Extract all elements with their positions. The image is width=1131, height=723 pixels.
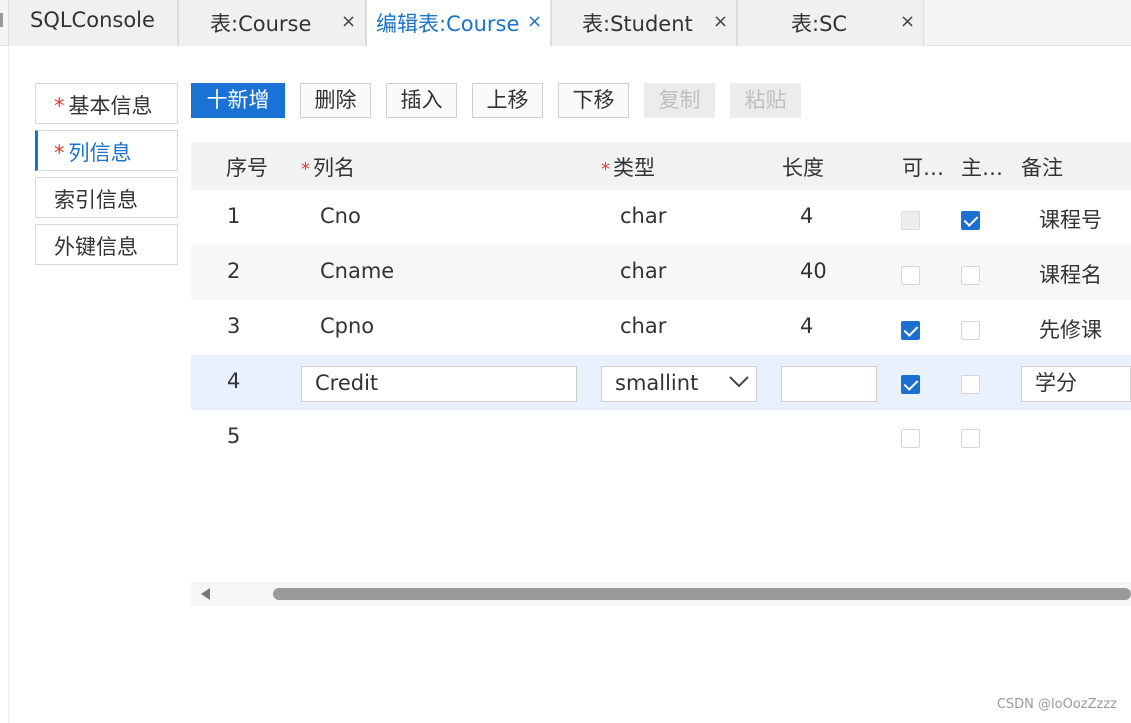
tab-label: 编辑表:Course [376, 12, 520, 36]
row-type[interactable]: char [620, 204, 666, 228]
primary-key-checkbox[interactable] [961, 321, 980, 340]
row-column-name[interactable]: Cno [320, 204, 361, 228]
row-length[interactable]: 4 [800, 204, 813, 228]
header-type: * 类型 [601, 152, 655, 182]
table-row[interactable]: 5 [191, 410, 1131, 465]
close-icon[interactable]: × [341, 11, 356, 32]
row-seq: 4 [227, 369, 241, 393]
primary-key-checkbox[interactable] [961, 429, 980, 448]
row-length[interactable]: 4 [800, 314, 813, 338]
nav-label: 基本信息 [68, 94, 153, 118]
row-comment[interactable]: 先修课 [1039, 314, 1102, 344]
required-mark: * [301, 159, 310, 180]
row-seq: 5 [227, 424, 241, 448]
tab-scroll-edge [0, 13, 3, 27]
header-nullable[interactable]: 可… [902, 152, 944, 182]
table-row[interactable]: 1 Cno char 4 课程号 [191, 190, 1131, 245]
tab-bar: SQLConsole 表:Course × 编辑表:Course × 表:Stu… [0, 0, 1131, 46]
horizontal-scrollbar[interactable] [191, 582, 1131, 606]
row-column-name[interactable]: Cpno [320, 314, 374, 338]
move-down-button[interactable]: 下移 [558, 83, 629, 118]
type-select-value: smallint [615, 371, 699, 395]
tab-label: SQLConsole [30, 8, 155, 32]
tab-table-course[interactable]: 表:Course × [178, 0, 366, 46]
tab-label: 表:Student [582, 12, 693, 36]
header-seq: 序号 [226, 156, 268, 180]
tab-label: 表:Course [210, 12, 312, 36]
header-label: 类型 [613, 156, 655, 180]
tab-table-sc[interactable]: 表:SC × [737, 0, 924, 46]
primary-key-checkbox[interactable] [961, 211, 980, 230]
tab-label: 表:SC [791, 12, 848, 36]
scroll-left-arrow-icon[interactable] [201, 588, 210, 600]
header-length: 长度 [782, 156, 824, 180]
comment-input[interactable]: 学分 [1021, 366, 1131, 402]
close-icon[interactable]: × [713, 11, 728, 32]
tab-sqlconsole[interactable]: SQLConsole [8, 0, 178, 46]
table-row-editing[interactable]: 4 Credit smallint 学分 [191, 355, 1131, 410]
primary-key-checkbox[interactable] [961, 266, 980, 285]
move-up-button[interactable]: 上移 [472, 83, 543, 118]
nav-foreign-key-info[interactable]: 外键信息 [35, 224, 178, 265]
nullable-checkbox [901, 211, 920, 230]
nav-basic-info[interactable]: * 基本信息 [35, 83, 178, 124]
header-primary-key[interactable]: 主… [961, 152, 1003, 182]
copy-button[interactable]: 复制 [644, 83, 715, 118]
row-seq: 3 [227, 314, 241, 338]
header-label: 列名 [313, 156, 355, 180]
required-mark: * [601, 159, 610, 180]
delete-button[interactable]: 删除 [300, 83, 371, 118]
close-icon[interactable]: × [900, 11, 915, 32]
watermark: CSDN @loOozZzzz [996, 697, 1117, 712]
length-input[interactable] [781, 366, 877, 402]
chevron-down-icon [729, 376, 749, 388]
close-icon[interactable]: × [527, 11, 542, 32]
column-name-input[interactable]: Credit [301, 366, 577, 402]
nav-label: 列信息 [68, 141, 132, 165]
table-row[interactable]: 2 Cname char 40 课程名 [191, 245, 1131, 300]
row-seq: 2 [227, 259, 241, 283]
nav-column-info[interactable]: * 列信息 [35, 130, 178, 171]
nullable-checkbox[interactable] [901, 375, 920, 394]
row-column-name[interactable]: Cname [320, 259, 394, 283]
tab-table-student[interactable]: 表:Student × [551, 0, 737, 46]
header-comment: 备注 [1021, 156, 1063, 180]
row-comment[interactable]: 课程名 [1039, 259, 1102, 289]
row-comment[interactable]: 课程号 [1039, 204, 1102, 234]
row-type[interactable]: char [620, 314, 666, 338]
paste-button[interactable]: 粘贴 [730, 83, 801, 118]
table-row[interactable]: 3 Cpno char 4 先修课 [191, 300, 1131, 355]
row-seq: 1 [227, 204, 241, 228]
type-select[interactable]: smallint [601, 366, 757, 402]
row-type[interactable]: char [620, 259, 666, 283]
nav-label: 外键信息 [54, 235, 138, 259]
row-length[interactable]: 40 [800, 259, 827, 283]
tab-edit-table-course[interactable]: 编辑表:Course × [366, 0, 551, 46]
scrollbar-thumb[interactable] [273, 588, 1131, 600]
nullable-checkbox[interactable] [901, 321, 920, 340]
nullable-checkbox[interactable] [901, 429, 920, 448]
required-mark: * [54, 94, 65, 118]
nav-label: 索引信息 [54, 188, 138, 212]
add-button[interactable]: 十新增 [191, 83, 285, 118]
nav-index-info[interactable]: 索引信息 [35, 177, 178, 218]
insert-button[interactable]: 插入 [386, 83, 457, 118]
required-mark: * [54, 141, 65, 165]
primary-key-checkbox[interactable] [961, 375, 980, 394]
grid-header: 序号 * 列名 * 类型 长度 可… 主… 备注 [191, 142, 1131, 190]
nullable-checkbox[interactable] [901, 266, 920, 285]
header-column-name: * 列名 [301, 152, 355, 182]
